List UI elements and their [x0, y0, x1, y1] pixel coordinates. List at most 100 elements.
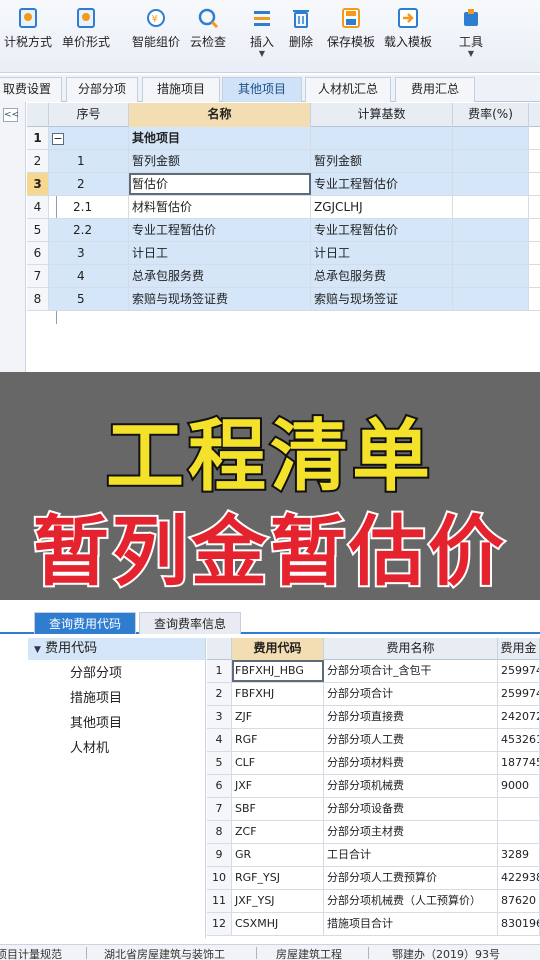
- row-name[interactable]: 计日工: [129, 242, 311, 264]
- row-amount[interactable]: 2599743: [498, 683, 540, 705]
- header-code[interactable]: 费用代码: [232, 638, 324, 660]
- row-cost-name[interactable]: 分部分项合计: [324, 683, 498, 705]
- row-rate[interactable]: [453, 288, 529, 310]
- table-row[interactable]: 6 3 计日工 计日工: [27, 242, 540, 265]
- row-base[interactable]: 专业工程暂估价: [311, 173, 453, 195]
- row-code[interactable]: SBF: [232, 798, 324, 820]
- row-cost-name[interactable]: 分部分项直接费: [324, 706, 498, 728]
- tree-root[interactable]: ▼ 费用代码: [28, 638, 205, 660]
- tab-query-cost-code[interactable]: 查询费用代码: [34, 612, 136, 634]
- table-row[interactable]: 2 1 暂列金额 暂列金额: [27, 150, 540, 173]
- row-base[interactable]: 索赔与现场签证: [311, 288, 453, 310]
- row-code[interactable]: RGF: [232, 729, 324, 751]
- table-row[interactable]: 5 2.2 专业工程暂估价 专业工程暂估价: [27, 219, 540, 242]
- row-cost-name[interactable]: 分部分项人工费: [324, 729, 498, 751]
- table-row[interactable]: 5CLF分部分项材料费1877451: [207, 752, 540, 775]
- table-row[interactable]: 9 GR 工日合计 3289: [207, 844, 540, 867]
- row-rate[interactable]: [453, 150, 529, 172]
- tab-query-rate-info[interactable]: 查询费率信息: [139, 612, 241, 634]
- tree-item[interactable]: 分部分项: [70, 664, 122, 684]
- row-base[interactable]: 暂列金额: [311, 150, 453, 172]
- row-amount[interactable]: [498, 821, 540, 843]
- table-row[interactable]: 11 JXF_YSJ 分部分项机械费（人工预算价） 87620: [207, 890, 540, 913]
- row-code[interactable]: CSXMHJ: [232, 913, 324, 935]
- row-cost-name[interactable]: 分部分项人工费预算价: [324, 867, 498, 889]
- row-rate[interactable]: [453, 127, 529, 149]
- row-cost-name[interactable]: 分部分项主材费: [324, 821, 498, 843]
- collapse-tree-icon[interactable]: −: [52, 133, 64, 145]
- table-row[interactable]: 2FBFXHJ分部分项合计2599743: [207, 683, 540, 706]
- row-code[interactable]: RGF_YSJ: [232, 867, 324, 889]
- row-cost-name[interactable]: 分部分项机械费: [324, 775, 498, 797]
- row-cost-name[interactable]: 分部分项材料费: [324, 752, 498, 774]
- row-amount[interactable]: 9000: [498, 775, 540, 797]
- row-base[interactable]: ZGJCLHJ: [311, 196, 453, 218]
- row-code[interactable]: GR: [232, 844, 324, 866]
- insert-button[interactable]: 插入 ▼: [247, 6, 277, 58]
- tab-measures[interactable]: 措施项目: [142, 77, 220, 102]
- cloud-check-button[interactable]: 云检查: [188, 6, 228, 50]
- load-template-button[interactable]: 载入模板: [382, 6, 434, 50]
- table-row[interactable]: 7 SBF 分部分项设备费: [207, 798, 540, 821]
- row-cost-name[interactable]: 分部分项合计_含包干: [324, 660, 498, 682]
- table-row[interactable]: 10 RGF_YSJ 分部分项人工费预算价 422938: [207, 867, 540, 890]
- collapse-panel-button[interactable]: <<: [3, 108, 19, 122]
- tree-item[interactable]: 其他项目: [70, 714, 122, 734]
- header-name[interactable]: 名称: [129, 103, 311, 127]
- tab-material-summary[interactable]: 人材机汇总: [305, 77, 391, 102]
- row-code[interactable]: FBFXHJ: [232, 683, 324, 705]
- tab-other-items[interactable]: 其他项目: [222, 77, 302, 102]
- table-row[interactable]: 1 − 其他项目: [27, 127, 540, 150]
- table-row[interactable]: 4 2.1 材料暂估价 ZGJCLHJ: [27, 196, 540, 219]
- row-rate[interactable]: [453, 219, 529, 241]
- row-name[interactable]: 专业工程暂估价: [129, 219, 311, 241]
- row-name[interactable]: 索赔与现场签证费: [129, 288, 311, 310]
- row-amount[interactable]: 1877451: [498, 752, 540, 774]
- tree-item[interactable]: 措施项目: [70, 689, 122, 709]
- row-amount[interactable]: 830196: [498, 913, 540, 935]
- row-name[interactable]: 暂估价: [129, 173, 311, 195]
- row-name[interactable]: 暂列金额: [129, 150, 311, 172]
- table-row[interactable]: 3ZJF分部分项直接费2420722: [207, 706, 540, 729]
- row-amount[interactable]: 2420722: [498, 706, 540, 728]
- table-row[interactable]: 8 5 索赔与现场签证费 索赔与现场签证: [27, 288, 540, 311]
- row-base[interactable]: 专业工程暂估价: [311, 219, 453, 241]
- row-cost-name[interactable]: 措施项目合计: [324, 913, 498, 935]
- row-cost-name[interactable]: 工日合计: [324, 844, 498, 866]
- smart-pricing-button[interactable]: ¥ 智能组价: [130, 6, 182, 50]
- row-code[interactable]: JXF: [232, 775, 324, 797]
- header-seq[interactable]: 序号: [49, 103, 129, 127]
- save-template-button[interactable]: 保存模板: [325, 6, 377, 50]
- row-amount[interactable]: 3289: [498, 844, 540, 866]
- header-amount[interactable]: 费用金: [498, 638, 540, 660]
- row-name[interactable]: 总承包服务费: [129, 265, 311, 287]
- row-rate[interactable]: [453, 196, 529, 218]
- row-amount[interactable]: 422938: [498, 867, 540, 889]
- table-row[interactable]: 12 CSXMHJ 措施项目合计 830196: [207, 913, 540, 936]
- delete-button[interactable]: 删除: [286, 6, 316, 50]
- row-base[interactable]: 总承包服务费: [311, 265, 453, 287]
- row-code[interactable]: ZCF: [232, 821, 324, 843]
- tree-item[interactable]: 人材机: [70, 739, 109, 759]
- row-rate[interactable]: [453, 173, 529, 195]
- row-name[interactable]: 其他项目: [129, 127, 311, 149]
- row-code[interactable]: FBFXHJ_HBG: [232, 660, 324, 682]
- row-code[interactable]: CLF: [232, 752, 324, 774]
- row-amount[interactable]: 87620: [498, 890, 540, 912]
- tab-sub-items[interactable]: 分部分项: [66, 77, 138, 102]
- table-row[interactable]: 6 JXF 分部分项机械费 9000: [207, 775, 540, 798]
- tab-fee-settings[interactable]: 取费设置: [0, 77, 62, 102]
- row-rate[interactable]: [453, 242, 529, 264]
- unit-price-button[interactable]: 单价形式: [60, 6, 112, 50]
- header-rate[interactable]: 费率(%): [453, 103, 529, 127]
- tab-cost-summary[interactable]: 费用汇总: [395, 77, 475, 102]
- row-cost-name[interactable]: 分部分项设备费: [324, 798, 498, 820]
- row-amount[interactable]: 2599743: [498, 660, 540, 682]
- tools-button[interactable]: 工具 ▼: [456, 6, 486, 58]
- table-row[interactable]: 1FBFXHJ_HBG分部分项合计_含包干2599743: [207, 660, 540, 683]
- row-name[interactable]: 材料暂估价: [129, 196, 311, 218]
- header-cost-name[interactable]: 费用名称: [324, 638, 498, 660]
- table-row[interactable]: 4 RGF 分部分项人工费 453261: [207, 729, 540, 752]
- row-amount[interactable]: 453261: [498, 729, 540, 751]
- tax-mode-button[interactable]: 计税方式: [4, 6, 52, 50]
